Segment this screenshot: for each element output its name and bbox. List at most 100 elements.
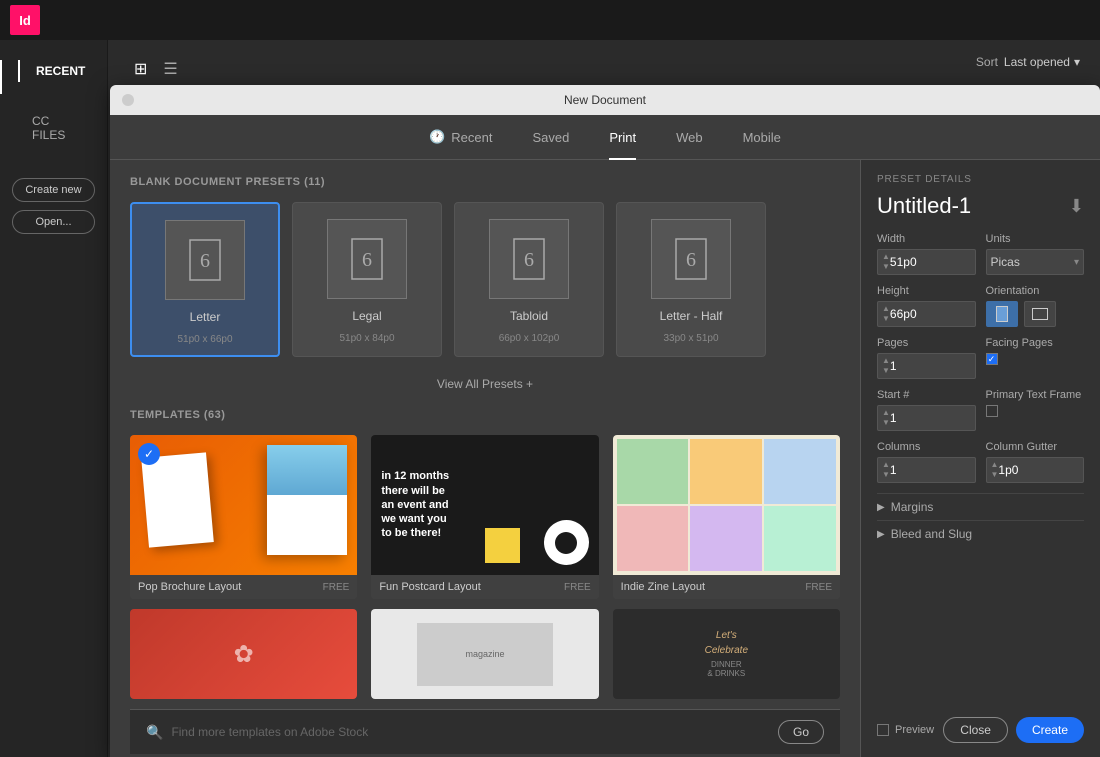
panel-doc-title: Untitled-1 ⬇ [877, 193, 1084, 219]
column-gutter-stepper: ▲ ▼ [991, 460, 999, 480]
sort-bar: Sort Last opened ▾ [976, 55, 1080, 69]
template-thumb-dark: in 12 monthsthere will bean event andwe … [371, 435, 598, 575]
preset-tabloid-icon: 6 [489, 219, 569, 299]
column-gutter-down-btn[interactable]: ▼ [991, 470, 999, 480]
columns-up-btn[interactable]: ▲ [882, 460, 890, 470]
template-thumb-dinner: Let's Celebrate DINNER& DRINKS [613, 609, 840, 699]
zine-cell-2 [690, 439, 762, 504]
columns-group: Columns ▲ ▼ [877, 441, 976, 483]
height-down-btn[interactable]: ▼ [882, 314, 890, 324]
start-hash-group: Start # ▲ ▼ [877, 389, 976, 431]
template-magazine[interactable]: magazine [371, 609, 598, 699]
pages-up-btn[interactable]: ▲ [882, 356, 890, 366]
dialog-titlebar: New Document [110, 85, 1100, 115]
tab-recent[interactable]: 🕐 Recent [429, 125, 492, 149]
go-button[interactable]: Go [778, 720, 824, 744]
tab-saved[interactable]: Saved [532, 126, 569, 149]
tab-print[interactable]: Print [609, 126, 636, 149]
height-input[interactable] [890, 307, 971, 321]
template-pop-brochure-badge: FREE [323, 582, 350, 593]
top-bar: Id [0, 0, 1100, 40]
preset-tabloid[interactable]: 6 Tabloid 66p0 x 102p0 [454, 202, 604, 357]
bleed-slug-collapsible[interactable]: ▶ Bleed and Slug [877, 520, 1084, 547]
create-new-button[interactable]: Create new [12, 178, 95, 202]
zine-cell-1 [617, 439, 689, 504]
preset-letter-size: 51p0 x 66p0 [177, 334, 232, 345]
preset-letter[interactable]: 6 Letter 51p0 x 66p0 [130, 202, 280, 357]
units-select-wrap[interactable]: Picas ▾ [986, 249, 1085, 275]
template-fun-postcard-label: Fun Postcard Layout FREE [371, 575, 598, 599]
sort-label: Sort [976, 55, 998, 69]
units-chevron-icon: ▾ [1074, 257, 1079, 268]
preset-letter-half[interactable]: 6 Letter - Half 33p0 x 51p0 [616, 202, 766, 357]
dialog-close-btn[interactable] [122, 94, 134, 106]
pages-stepper: ▲ ▼ [882, 356, 890, 376]
create-button[interactable]: Create [1016, 717, 1084, 743]
clock-icon: 🕐 [429, 129, 445, 145]
view-all-presets-link[interactable]: View All Presets + [130, 377, 840, 391]
column-gutter-label: Column Gutter [986, 441, 1085, 453]
tab-web[interactable]: Web [676, 126, 703, 149]
preset-details-title: PRESET DETAILS [877, 174, 1084, 185]
preview-checkbox[interactable] [877, 724, 889, 736]
columns-down-btn[interactable]: ▼ [882, 470, 890, 480]
sidebar-item-recent[interactable]: RECENT [18, 60, 99, 82]
facing-pages-check-icon: ✓ [988, 354, 996, 365]
pages-facing-row: Pages ▲ ▼ Facing Pages [877, 337, 1084, 379]
preset-tabloid-name: Tabloid [510, 309, 548, 323]
template-thumb-flowers: ✿ [130, 609, 357, 699]
column-gutter-input[interactable] [998, 463, 1079, 477]
template-indie-zine[interactable]: Indie Zine Layout FREE [613, 435, 840, 599]
width-down-btn[interactable]: ▼ [882, 262, 890, 272]
start-hash-up-btn[interactable]: ▲ [882, 408, 890, 418]
templates-header: TEMPLATES (63) [130, 409, 840, 421]
start-hash-down-btn[interactable]: ▼ [882, 418, 890, 428]
width-up-btn[interactable]: ▲ [882, 252, 890, 262]
template-indie-zine-label: Indie Zine Layout FREE [613, 575, 840, 599]
sidebar-item-cc-files[interactable]: CC FILES [16, 110, 99, 146]
sort-select[interactable]: Last opened ▾ [1004, 55, 1080, 69]
new-document-dialog: New Document 🕐 Recent Saved Print Web Mo… [110, 85, 1100, 757]
sidebar-buttons: Create new Open... [0, 178, 107, 234]
start-hash-input-wrap: ▲ ▼ [877, 405, 976, 431]
start-hash-input[interactable] [890, 411, 971, 425]
portrait-button[interactable] [986, 301, 1018, 327]
height-up-btn[interactable]: ▲ [882, 304, 890, 314]
template-fun-postcard-badge: FREE [564, 582, 591, 593]
preset-legal[interactable]: 6 Legal 51p0 x 84p0 [292, 202, 442, 357]
primary-text-frame-checkbox-row [986, 405, 1085, 417]
columns-input[interactable] [890, 463, 971, 477]
grid-view-button[interactable]: ⊞ [130, 55, 151, 83]
pages-input[interactable] [890, 359, 971, 373]
template-fun-postcard[interactable]: in 12 monthsthere will bean event andwe … [371, 435, 598, 599]
tab-mobile[interactable]: Mobile [743, 126, 781, 149]
right-panel: PRESET DETAILS Untitled-1 ⬇ Width ▲ ▼ [860, 160, 1100, 757]
start-hash-label: Start # [877, 389, 976, 401]
save-icon[interactable]: ⬇ [1069, 196, 1084, 217]
preview-check-row: Preview [877, 724, 934, 736]
landscape-button[interactable] [1024, 301, 1056, 327]
facing-pages-checkbox[interactable]: ✓ [986, 353, 998, 365]
margins-collapsible[interactable]: ▶ Margins [877, 493, 1084, 520]
columns-stepper: ▲ ▼ [882, 460, 890, 480]
column-gutter-up-btn[interactable]: ▲ [991, 460, 999, 470]
template-pop-brochure[interactable]: ✓ Pop Brochure Layout FREE [130, 435, 357, 599]
pages-down-btn[interactable]: ▼ [882, 366, 890, 376]
templates-grid-row2: ✿ magazine Let's Celebrate DINNER& DRINK… [130, 609, 840, 699]
facing-pages-checkbox-row: ✓ [986, 353, 1085, 365]
template-dinner[interactable]: Let's Celebrate DINNER& DRINKS [613, 609, 840, 699]
document-icon: 6 [342, 234, 392, 284]
zine-cell-4 [617, 506, 689, 571]
zine-cell-6 [764, 506, 836, 571]
flower-icon: ✿ [234, 640, 254, 669]
list-view-button[interactable]: ☰ [159, 55, 181, 83]
pages-field-group: Pages ▲ ▼ [877, 337, 976, 379]
orientation-field-group: Orientation [986, 285, 1085, 327]
close-button[interactable]: Close [943, 717, 1008, 743]
primary-text-frame-checkbox[interactable] [986, 405, 998, 417]
chevron-down-icon: ▾ [1074, 55, 1080, 69]
width-input[interactable] [890, 255, 971, 269]
template-flowers[interactable]: ✿ [130, 609, 357, 699]
open-button[interactable]: Open... [12, 210, 95, 234]
postcard-yellow-rect [485, 528, 520, 563]
